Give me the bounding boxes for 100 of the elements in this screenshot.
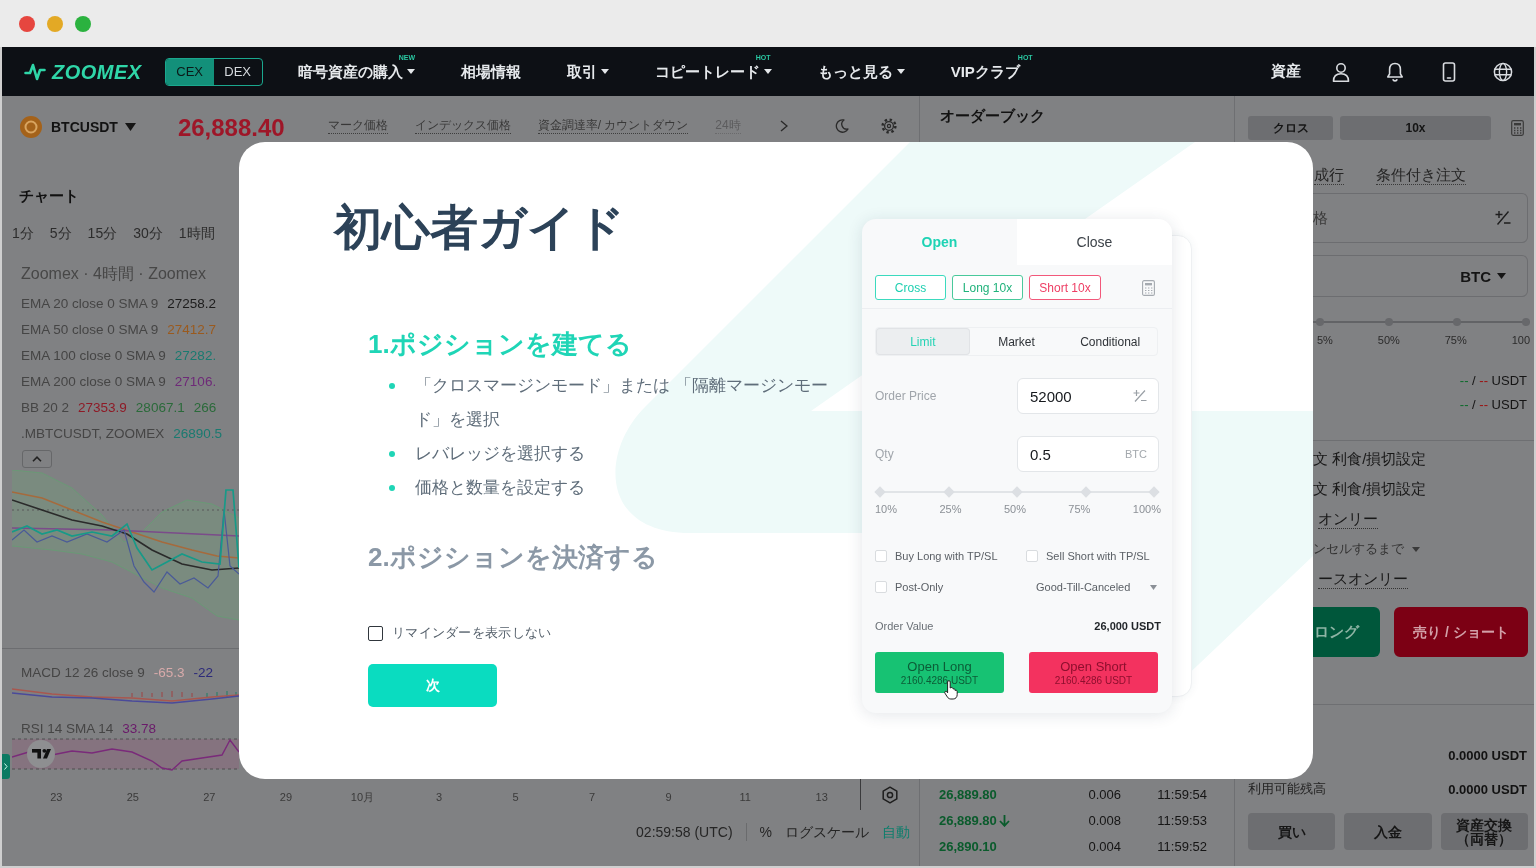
order-button[interactable]: 売り / ショート bbox=[1394, 607, 1528, 657]
order-button[interactable]: ロング bbox=[1313, 607, 1380, 657]
logo-icon[interactable] bbox=[24, 61, 46, 82]
step-heading: 2.ポジションを決済する bbox=[368, 541, 658, 574]
time-in-force-dropdown[interactable]: Good-Till-Canceled bbox=[1026, 579, 1161, 595]
caret-down-icon bbox=[1497, 273, 1506, 279]
close-window-icon[interactable] bbox=[19, 15, 35, 32]
indicator-value: 27282. bbox=[174, 347, 217, 363]
globe-icon[interactable] bbox=[1493, 61, 1513, 82]
calculator-icon[interactable] bbox=[1142, 279, 1155, 296]
settings-icon[interactable] bbox=[881, 118, 897, 134]
order-type-tab[interactable]: Conditional bbox=[1063, 328, 1157, 355]
indicator-label: .MBTCUSDT, ZOOMEX bbox=[21, 425, 165, 441]
indicator-label: EMA 50 close 0 SMA 9 bbox=[21, 321, 159, 337]
panel-handle-icon[interactable] bbox=[2, 754, 10, 779]
checkbox-label[interactable]: Buy Long with TP/SL bbox=[895, 550, 998, 562]
option-label[interactable]: ンセルするまで bbox=[1313, 540, 1404, 558]
stat-label: インデックス価格 bbox=[414, 118, 511, 134]
cost-value: -- / -- USDT bbox=[1459, 396, 1527, 412]
axis-label: 27 bbox=[203, 791, 216, 803]
indicator-value: 27106. bbox=[174, 373, 217, 389]
chart-logo-icon[interactable] bbox=[27, 740, 55, 768]
checkbox-label[interactable]: リマインダーを表示しない bbox=[392, 624, 552, 642]
nav-menu-item[interactable]: VIPクラブ bbox=[950, 61, 1020, 82]
plus-minus-icon[interactable] bbox=[1133, 389, 1147, 403]
calculator-icon[interactable] bbox=[1511, 120, 1524, 136]
assets-link[interactable]: 資産 bbox=[1271, 62, 1301, 81]
checkbox[interactable] bbox=[368, 625, 383, 641]
nav-menu-item[interactable]: 取引 bbox=[566, 61, 609, 82]
scale-toggle[interactable]: ログスケール bbox=[785, 823, 869, 841]
slider-step-icon[interactable] bbox=[874, 486, 886, 498]
panel-title: オーダーブック bbox=[939, 106, 1046, 126]
notification-bell-icon[interactable] bbox=[1385, 61, 1405, 82]
price-input-field[interactable]: 格 bbox=[1313, 193, 1528, 243]
mode-button[interactable]: Short 10x bbox=[1029, 275, 1101, 300]
indicator-label: MACD 12 26 close 9 bbox=[21, 664, 145, 680]
caret-down-icon[interactable] bbox=[1412, 546, 1420, 552]
order-type-tab[interactable]: 成行 bbox=[1314, 165, 1344, 185]
footer-button[interactable]: 資産交換（両替） bbox=[1440, 813, 1528, 850]
axis-label: 11 bbox=[739, 791, 751, 803]
collapse-button[interactable] bbox=[22, 450, 52, 468]
indicator-label: EMA 100 close 0 SMA 9 bbox=[21, 347, 166, 363]
trade-price: 26,889.80 bbox=[939, 786, 997, 802]
interval-tab[interactable]: 5分 bbox=[49, 224, 72, 242]
form-tab[interactable]: Close bbox=[1017, 219, 1172, 265]
zoom-window-icon[interactable] bbox=[75, 15, 91, 32]
footer-button[interactable]: 入金 bbox=[1344, 813, 1432, 850]
chevron-right-icon[interactable] bbox=[780, 120, 788, 132]
symbol-selector[interactable]: BTCUSDT bbox=[51, 116, 136, 138]
trade-time: 11:59:52 bbox=[1157, 838, 1207, 854]
order-input-field[interactable]: 0.5 BTC bbox=[1017, 436, 1159, 472]
slider-step-label: 25% bbox=[939, 502, 962, 516]
axis-label: 13 bbox=[815, 791, 828, 803]
slider-step-icon[interactable] bbox=[1521, 318, 1530, 326]
indicator-label: RSI 14 SMA 14 bbox=[21, 720, 114, 736]
option-label[interactable]: 文 利食/損切設定 bbox=[1313, 449, 1427, 469]
indicator-label: EMA 200 close 0 SMA 9 bbox=[21, 373, 166, 389]
option-label[interactable]: 文 利食/損切設定 bbox=[1313, 479, 1427, 499]
slider-step-icon[interactable] bbox=[1316, 318, 1324, 326]
slider-step-icon[interactable] bbox=[942, 486, 955, 498]
interval-tab[interactable]: 15分 bbox=[87, 224, 118, 242]
option-label[interactable]: ースオンリー bbox=[1318, 569, 1408, 589]
exchange-tab[interactable]: DEX bbox=[213, 58, 262, 85]
margin-button[interactable]: クロス bbox=[1248, 116, 1333, 140]
caret-down-icon bbox=[124, 123, 136, 131]
plus-minus-icon[interactable] bbox=[1495, 210, 1511, 226]
interval-tab[interactable]: 1時間 bbox=[178, 224, 215, 242]
indicator-value: 27258.2 bbox=[167, 295, 217, 311]
interval-tab[interactable]: 1分 bbox=[12, 224, 34, 242]
exchange-tab[interactable]: CEX bbox=[165, 58, 214, 85]
footer-button[interactable]: 買い bbox=[1248, 813, 1336, 850]
nav-menu-item[interactable]: 暗号資産の購入 bbox=[297, 61, 415, 82]
account-icon[interactable] bbox=[1331, 61, 1351, 82]
open-position-button[interactable]: Open Short 2160.4286 USDT bbox=[1029, 652, 1158, 693]
nav-menu-item[interactable]: もっと見る bbox=[817, 61, 905, 82]
slider-step-icon[interactable] bbox=[1079, 486, 1092, 498]
open-position-button[interactable]: Open Long 2160.4286 USDT bbox=[875, 652, 1004, 693]
slider-step-icon[interactable] bbox=[1453, 318, 1462, 326]
order-type-tab[interactable]: 条件付き注文 bbox=[1376, 165, 1466, 185]
quantity-input-field[interactable]: BTC bbox=[1313, 255, 1528, 297]
order-type-tab[interactable]: Market bbox=[969, 328, 1064, 355]
slider-step-icon[interactable] bbox=[1011, 486, 1023, 498]
nav-menu-item[interactable]: 相場情報 bbox=[460, 61, 521, 82]
minimize-window-icon[interactable] bbox=[47, 15, 63, 32]
indicator-label: EMA 20 close 0 SMA 9 bbox=[21, 295, 159, 311]
checkbox-label[interactable]: Sell Short with TP/SL bbox=[1046, 550, 1150, 562]
checkbox-label[interactable]: Post-Only bbox=[895, 581, 944, 593]
moon-icon[interactable] bbox=[835, 119, 849, 133]
option-label[interactable]: オンリー bbox=[1318, 509, 1378, 529]
interval-tab[interactable]: 30分 bbox=[133, 224, 163, 242]
order-input-field[interactable]: 52000 bbox=[1017, 378, 1159, 414]
nav-menu-item[interactable]: コピートレード bbox=[654, 61, 772, 82]
margin-button[interactable]: 10x bbox=[1340, 116, 1491, 140]
slider-step-icon[interactable] bbox=[1384, 318, 1393, 326]
logo-wordmark[interactable]: ZOOMEX bbox=[52, 60, 142, 83]
scale-toggle[interactable]: % bbox=[759, 823, 772, 841]
slider-step-icon[interactable] bbox=[1148, 486, 1160, 498]
mode-button[interactable]: Long 10x bbox=[952, 275, 1023, 300]
settings-icon[interactable] bbox=[881, 785, 899, 804]
bullet-icon bbox=[389, 383, 395, 389]
